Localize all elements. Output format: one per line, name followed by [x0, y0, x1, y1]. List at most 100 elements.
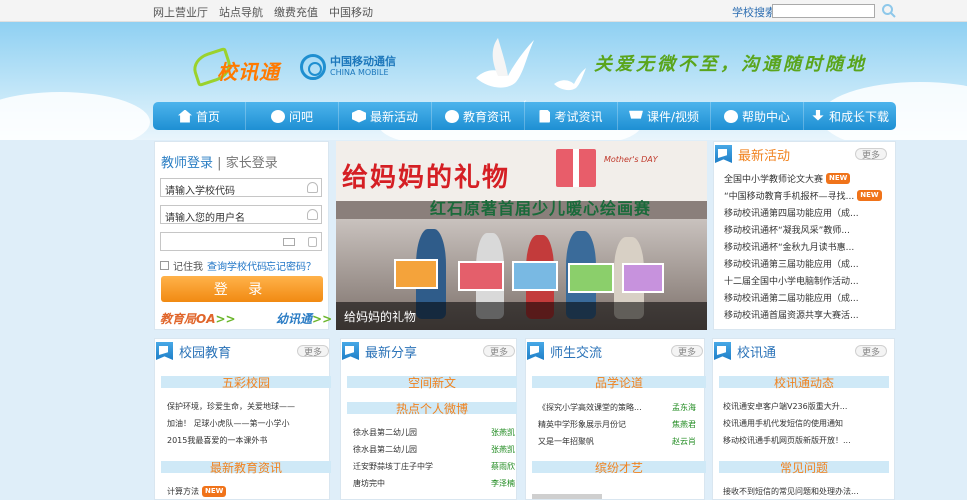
subheader-education-news: 最新教育资讯 — [161, 461, 331, 475]
nav-label: 教育资讯 — [462, 109, 511, 124]
globe-icon — [444, 109, 459, 123]
xiaoxuntong-logo[interactable]: 校讯通 — [189, 46, 291, 88]
top-utility-bar: 网上营业厅 站点导航 缴费充值 中国移动 学校搜索： — [0, 0, 967, 22]
banner-gift-box — [556, 149, 596, 187]
child-drawing — [622, 263, 664, 293]
nav-label: 问吧 — [288, 109, 313, 124]
list-item[interactable]: 迁安野蒜垓丁庄子中学 蔡雨欣 — [353, 461, 515, 472]
list-item[interactable]: 移动校讯通首届资源共享大赛活... — [724, 306, 882, 323]
panel-header: 校园教育 — [155, 339, 231, 363]
list-item[interactable]: 校讯通用手机代发短信的使用通知 — [723, 415, 851, 432]
more-button[interactable]: 更多 — [855, 345, 887, 358]
list-item[interactable]: 《探究小学高效课堂的策略... 孟东海 — [538, 402, 696, 413]
header-slogan: 关爱无微不至，沟通随时随地 — [594, 54, 867, 75]
author-name[interactable]: 张燕凯 — [491, 427, 515, 438]
list-item[interactable]: 计算方法 NEW — [167, 483, 227, 500]
list-item[interactable]: 徐水县第二幼儿园 张燕凯 — [353, 427, 515, 438]
link-online-hall[interactable]: 网上营业厅 — [153, 4, 208, 20]
home-icon — [177, 109, 192, 123]
flag-icon — [713, 340, 735, 362]
list-item[interactable]: 接收不到短信的常见问题和处理办法... — [723, 483, 859, 500]
more-button[interactable]: 更多 — [483, 345, 515, 358]
author-name[interactable]: 李泽楠 — [491, 478, 515, 489]
list-item[interactable]: 徐水县第二幼儿园 张燕凯 — [353, 444, 515, 455]
nav-exam-news[interactable]: 考试资讯 — [525, 102, 618, 130]
list-item[interactable]: 2015我最喜爱的一本课外书 — [167, 432, 295, 449]
nav-education-news[interactable]: 教育资讯 — [432, 102, 525, 130]
remember-checkbox[interactable] — [160, 261, 169, 270]
list-item[interactable]: 又是一年招聚帆 赵云肖 — [538, 436, 696, 447]
remember-me[interactable]: 记住我 — [160, 258, 203, 273]
flag-icon — [155, 340, 177, 362]
nav-home[interactable]: 首页 — [153, 102, 246, 130]
school-code-field[interactable]: 请输入学校代码 — [160, 178, 322, 197]
author-name[interactable]: 蔡雨欣 — [491, 461, 515, 472]
list-item-text: 移动校讯通第二届功能应用（成... — [724, 294, 859, 304]
keyboard-icon[interactable] — [283, 238, 295, 246]
username-field[interactable]: 请输入您的用户名 — [160, 205, 322, 224]
activity-list: 全国中小学教师论文大赛 NEW “中国移动教育手机报杯—寻找... NEW 移动校讯… — [724, 170, 882, 323]
link-site-nav[interactable]: 站点导航 — [219, 4, 263, 20]
login-button[interactable]: 登 录 — [161, 276, 323, 302]
list-item[interactable]: 保护环境，珍爱生命，关爱地球—— — [167, 398, 295, 415]
banner-caption: 给妈妈的礼物 — [336, 302, 707, 330]
author-name[interactable]: 焦燕君 — [672, 419, 696, 430]
nav-ask[interactable]: 问吧 — [246, 102, 339, 130]
tab-teacher-login[interactable]: 教师登录 — [161, 156, 213, 171]
nav-label: 帮助中心 — [741, 109, 790, 124]
more-button[interactable]: 更多 — [297, 345, 329, 358]
china-mobile-icon — [300, 54, 326, 80]
user-icon — [307, 182, 318, 193]
xiaoxuntong-panel: 校讯通 更多 校讯通动态 校讯通安卓客户端V236版重大升... 校讯通用手机代… — [712, 338, 895, 500]
new-badge: NEW — [202, 486, 227, 497]
list-item-text: 精英中学形象展示月份记 — [538, 420, 626, 429]
main-banner[interactable]: Mother's DAY 给妈妈的礼物 红石原著首届少儿暖心绘画赛 给妈妈的礼物 — [336, 141, 707, 330]
child-drawing — [568, 263, 614, 293]
education-bureau-oa-link[interactable]: 教育局OA>> — [160, 310, 236, 327]
school-code-placeholder: 请输入学校代码 — [165, 186, 235, 197]
nav-activities[interactable]: 最新活动 — [339, 102, 432, 130]
list-item[interactable]: 移动校讯通第三届功能应用（成... — [724, 255, 882, 272]
list-item[interactable]: 精英中学形象展示月份记 焦燕君 — [538, 419, 696, 430]
list-item-text: “中国移动教育手机报杯—寻找... — [724, 192, 855, 202]
remember-label: 记住我 — [173, 262, 203, 273]
author-name[interactable]: 赵云肖 — [672, 436, 696, 447]
youxuntong-link[interactable]: 幼讯通>> — [276, 310, 332, 327]
list-item[interactable]: 加油！ 足球小虎队——第一小学小 — [167, 415, 295, 432]
nav-download[interactable]: 和成长下载 — [804, 102, 896, 130]
tab-parent-login[interactable]: 家长登录 — [226, 156, 278, 171]
author-name[interactable]: 孟东海 — [672, 402, 696, 413]
query-school-code-link[interactable]: 查询学校代码 — [207, 258, 267, 273]
lock-icon — [308, 237, 317, 247]
cmcc-name-en: CHINA MOBILE — [330, 68, 389, 77]
more-button[interactable]: 更多 — [855, 148, 887, 161]
nav-label: 最新活动 — [369, 109, 418, 124]
list-item[interactable]: 移动校讯通杯“金秋九月读书惠... — [724, 238, 882, 255]
search-icon[interactable] — [881, 3, 897, 19]
list-item[interactable]: 移动校讯通第四届功能应用（成... — [724, 204, 882, 221]
link-china-mobile[interactable]: 中国移动 — [329, 4, 373, 20]
list-item[interactable]: 移动校讯通手机网页版新版开放！... — [723, 432, 851, 449]
forgot-password-link[interactable]: 忘记密码？ — [266, 258, 316, 273]
subheader-learning-discussion: 品学论道 — [532, 376, 706, 390]
list-item[interactable]: 移动校讯通第二届功能应用（成... — [724, 289, 882, 306]
list-item[interactable]: 十二届全国中小学电脑制作活动... — [724, 272, 882, 289]
list-item[interactable]: 校讯通安卓客户端V236版重大升... — [723, 398, 851, 415]
school-search-input[interactable] — [772, 4, 875, 18]
more-button[interactable]: 更多 — [671, 345, 703, 358]
list-item-text: 移动校讯通第三届功能应用（成... — [724, 260, 859, 270]
list-item-text: 唐坊完中 — [353, 479, 385, 488]
list-item[interactable]: “中国移动教育手机报杯—寻找... NEW — [724, 187, 882, 204]
password-field[interactable] — [160, 232, 322, 251]
nav-help[interactable]: 帮助中心 — [711, 102, 804, 130]
teacher-student-panel: 师生交流 更多 品学论道 《探究小学高效课堂的策略... 孟东海 精英中学形象展示… — [525, 338, 706, 500]
list-item[interactable]: 移动校讯通杯“凝我风采”教师... — [724, 221, 882, 238]
main-nav: 首页 问吧 最新活动 教育资讯 考试资讯 课件/视频 帮助中心 和成长下载 — [153, 102, 896, 130]
author-name[interactable]: 张燕凯 — [491, 444, 515, 455]
oa-arrow: >> — [215, 312, 236, 326]
list-item[interactable]: 唐坊完中 李泽楠 — [353, 478, 515, 489]
china-mobile-logo[interactable]: 中国移动通信 CHINA MOBILE — [300, 50, 396, 84]
nav-courseware[interactable]: 课件/视频 — [618, 102, 711, 130]
link-recharge[interactable]: 缴费充值 — [274, 4, 318, 20]
list-item[interactable]: 全国中小学教师论文大赛 NEW — [724, 170, 882, 187]
